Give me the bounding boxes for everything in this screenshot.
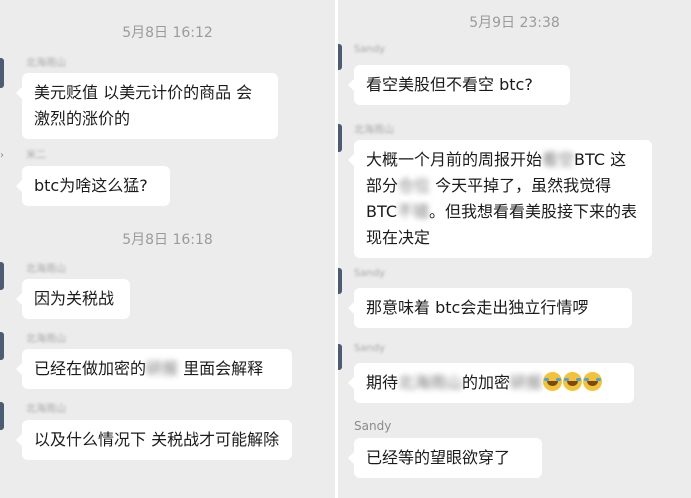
message-bubble[interactable]: 已经等的望眼欲穿了 (348, 438, 542, 478)
crying-laugh-emoji-icon (543, 372, 563, 391)
blurred-text: 不错 (396, 202, 429, 221)
message-bubble[interactable]: 看空美股但不看空 btc? (348, 65, 570, 105)
message-text: 那意味着 btc会走出独立行情啰 (366, 298, 589, 317)
avatar[interactable] (338, 344, 342, 370)
message-text: 已经在做加密的 (34, 359, 147, 378)
blurred-text: 仓位 (398, 176, 431, 195)
blurred-text: 看空 (542, 150, 575, 169)
blurred-text: 北海雨山 (398, 373, 463, 392)
blurred-text: 研报 (146, 359, 179, 378)
avatar[interactable] (0, 58, 4, 88)
message-text: 以及什么情况下 关税战才可能解除 (34, 430, 280, 449)
sender-name: Sandy (354, 268, 386, 279)
message-text: 大概一个月前的周报开始 (366, 150, 543, 169)
sender-name: Sandy (354, 343, 386, 354)
message-text: 美元贬值 以美元计价的商品 会激烈的涨价的 (34, 83, 253, 128)
sender-name: 北海雨山 (26, 404, 66, 415)
avatar[interactable] (338, 268, 342, 294)
chevron-icon: › (0, 150, 4, 161)
sender-name: Sandy (354, 44, 386, 55)
message-text: 已经等的望眼欲穿了 (366, 448, 511, 467)
message-bubble[interactable]: 期待北海雨山的加密研报 (348, 363, 634, 403)
message-text: 因为关税战 (34, 289, 115, 308)
avatar[interactable] (0, 402, 4, 430)
timestamp: 5月9日 23:38 (469, 15, 560, 31)
avatar[interactable] (338, 44, 342, 70)
message-text: 期待 (366, 373, 399, 392)
sender-name: 米二 (26, 150, 46, 161)
avatar[interactable] (0, 332, 4, 360)
message-text: 里面会解释 (178, 359, 264, 378)
message-bubble[interactable]: 已经在做加密的研报 里面会解释 (16, 349, 292, 389)
avatar[interactable] (338, 124, 342, 152)
message-text: 的加密 (462, 373, 511, 392)
sender-name: 北海雨山 (26, 264, 66, 275)
crying-laugh-emoji-icon (563, 372, 583, 391)
message-text: btc为啥这么猛? (34, 176, 148, 195)
message-text: 看空美股但不看空 btc? (366, 75, 533, 94)
sender-name: 北海雨山 (26, 58, 66, 69)
sender-name: Sandy (354, 419, 392, 433)
chat-panel-right[interactable]: 5月9日 23:38 Sandy 看空美股但不看空 btc? 北海雨山 大概一个… (338, 0, 691, 498)
message-bubble[interactable]: btc为啥这么猛? (16, 166, 170, 206)
message-bubble[interactable]: 因为关税战 (16, 279, 130, 319)
message-bubble[interactable]: 以及什么情况下 关税战才可能解除 (16, 420, 292, 460)
sender-name: 北海雨山 (26, 334, 66, 345)
sender-name: 北海雨山 (354, 125, 394, 136)
avatar[interactable] (0, 262, 4, 290)
blurred-text: 研报 (510, 373, 543, 392)
message-bubble[interactable]: 大概一个月前的周报开始看空BTC 这部分仓位 今天平掉了，虽然我觉得BTC不错。… (348, 140, 652, 258)
timestamp: 5月8日 16:12 (122, 25, 213, 41)
timestamp: 5月8日 16:18 (122, 232, 213, 248)
message-bubble[interactable]: 那意味着 btc会走出独立行情啰 (348, 288, 632, 328)
crying-laugh-emoji-icon (583, 372, 603, 391)
message-bubble[interactable]: 美元贬值 以美元计价的商品 会激烈的涨价的 (16, 73, 278, 139)
chat-panel-left[interactable]: 5月8日 16:12 北海雨山 美元贬值 以美元计价的商品 会激烈的涨价的 › … (0, 0, 335, 498)
